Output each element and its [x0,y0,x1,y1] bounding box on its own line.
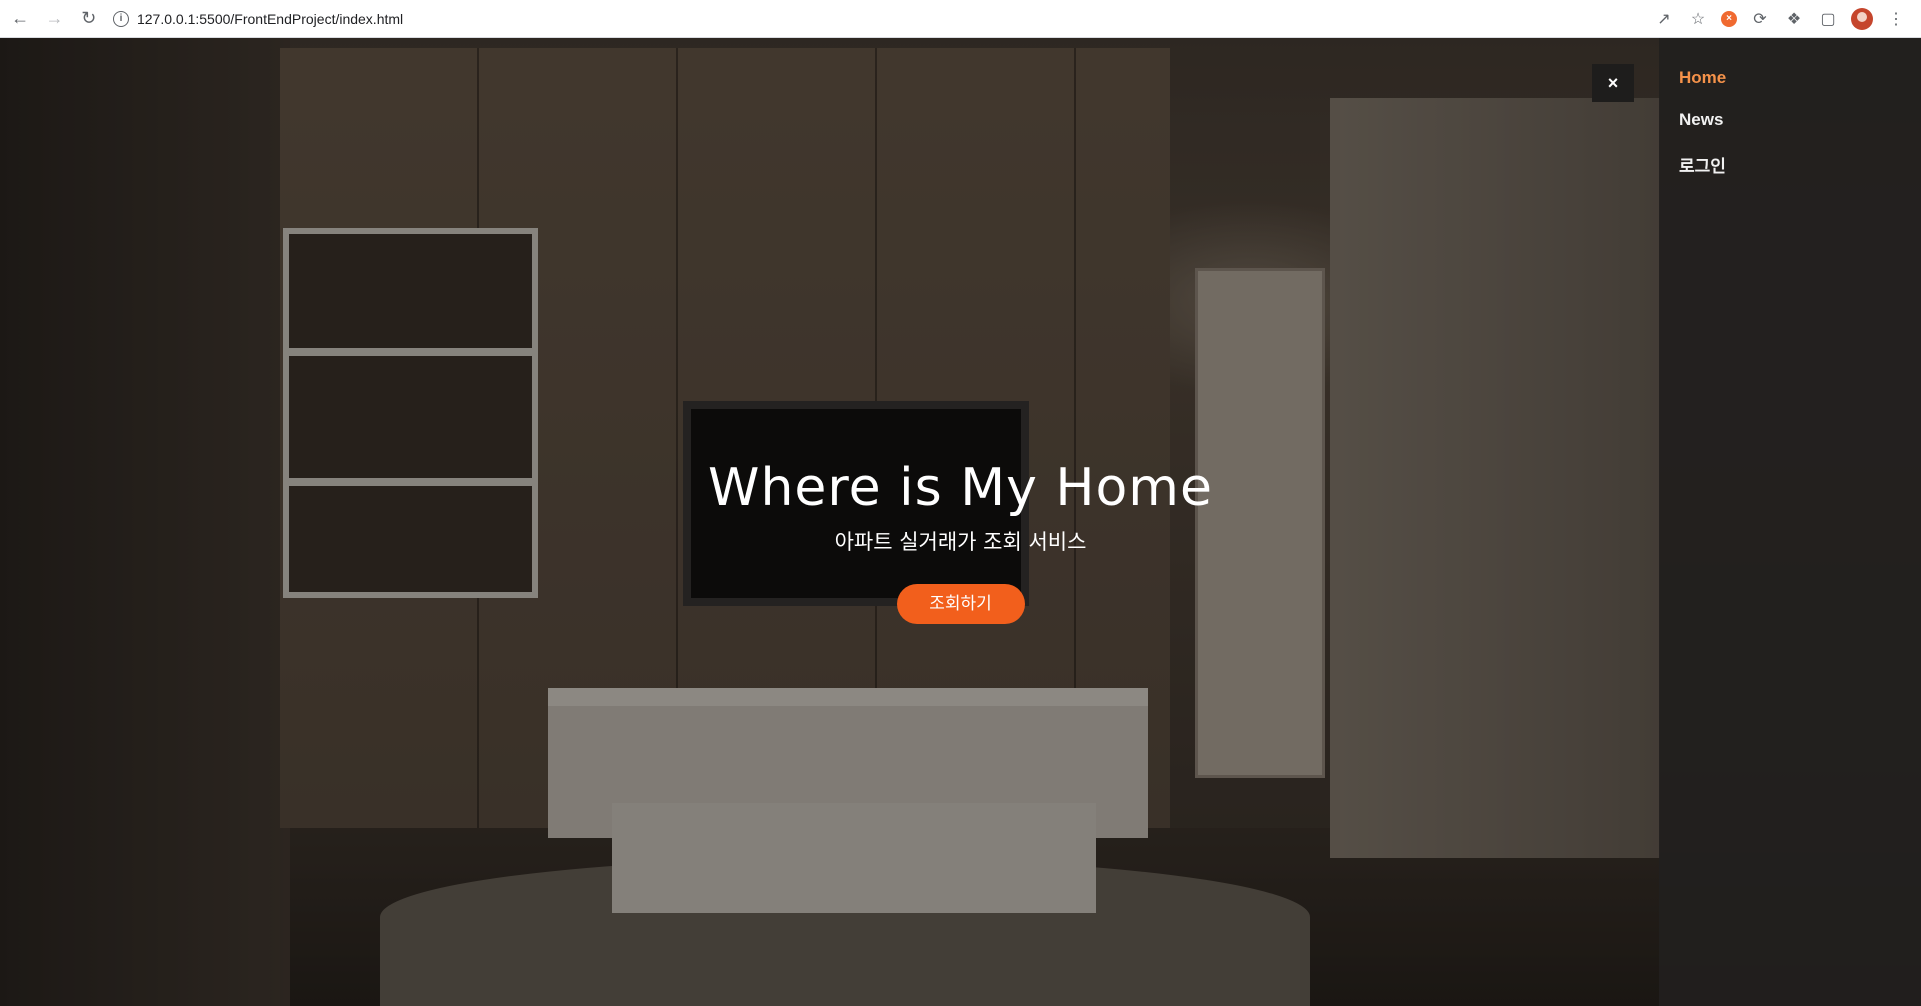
sidenav-item-home[interactable]: Home [1679,68,1921,88]
page-viewport: Where is My Home 아파트 실거래가 조회 서비스 조회하기 × … [0,38,1921,1006]
side-nav: Home News 로그인 [1659,38,1921,1006]
arrow-left-icon[interactable]: ← [6,4,34,34]
kebab-icon[interactable]: ⋮ [1885,8,1907,30]
share-icon[interactable]: ↗ [1653,8,1675,30]
extension-icon[interactable]: × [1721,10,1737,27]
arrow-right-icon[interactable]: → [40,4,68,34]
sync-icon[interactable]: ⟳ [1749,8,1771,30]
avatar[interactable] [1851,7,1873,30]
toolbar-actions: ↗ ☆ × ⟳ ❖ ▢ ⋮ [1653,7,1921,30]
sidepanel-icon[interactable]: ▢ [1817,8,1839,30]
url-text[interactable]: 127.0.0.1:5500/FrontEndProject/index.htm… [137,11,403,27]
reload-icon[interactable]: ↻ [75,4,103,34]
hero-content: Where is My Home 아파트 실거래가 조회 서비스 조회하기 [0,458,1921,624]
hero-subtitle: 아파트 실거래가 조회 서비스 [834,530,1087,554]
search-button[interactable]: 조회하기 [896,584,1025,624]
address-bar[interactable]: i 127.0.0.1:5500/FrontEndProject/index.h… [112,4,1653,33]
star-icon[interactable]: ☆ [1687,8,1709,30]
browser-toolbar: ← → ↻ i 127.0.0.1:5500/FrontEndProject/i… [0,0,1921,38]
sidenav-item-login[interactable]: 로그인 [1679,152,1921,177]
puzzle-icon[interactable]: ❖ [1783,8,1805,30]
info-icon[interactable]: i [112,10,129,27]
sidenav-item-news[interactable]: News [1679,110,1921,130]
hero-title: Where is My Home [708,458,1213,518]
close-sidenav-button[interactable]: × [1592,64,1634,102]
